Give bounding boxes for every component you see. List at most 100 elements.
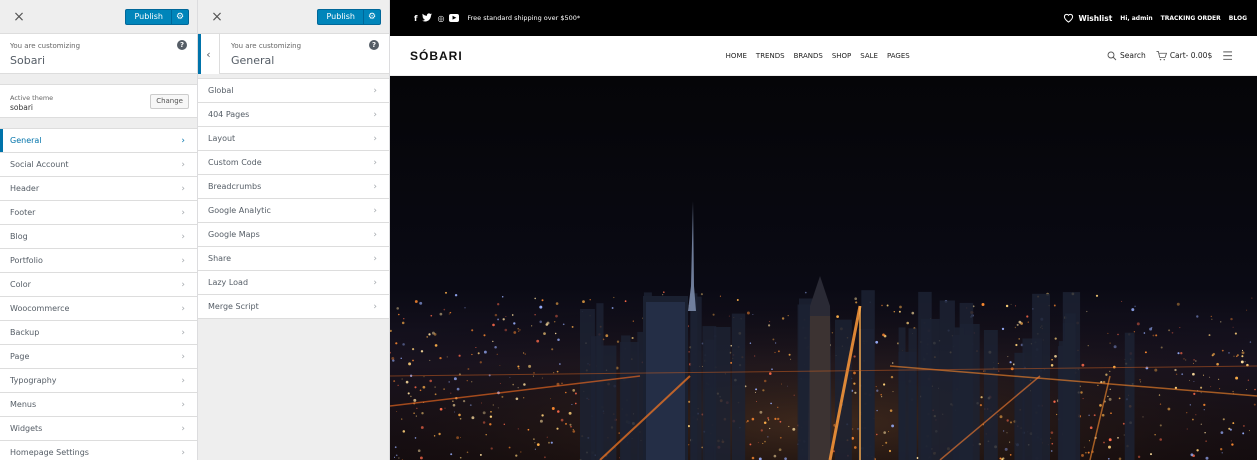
section-item-label: General: [10, 136, 42, 145]
cart-icon: [1156, 50, 1167, 60]
instagram-icon[interactable]: ◎: [437, 14, 444, 23]
section-item-widgets[interactable]: Widgets ›: [0, 417, 197, 441]
chevron-right-icon: ›: [181, 255, 185, 266]
chevron-right-icon: ›: [181, 327, 185, 338]
section-item-portfolio[interactable]: Portfolio ›: [0, 249, 197, 273]
customizer-header: × Publish ⚙: [0, 0, 197, 34]
heart-icon: [1064, 13, 1074, 23]
change-theme-button[interactable]: Change: [150, 94, 189, 109]
chevron-right-icon: ›: [373, 109, 377, 120]
section-item-label: Header: [10, 184, 40, 193]
general-item-share[interactable]: Share ›: [198, 247, 389, 271]
wishlist-link[interactable]: Wishlist: [1063, 13, 1112, 23]
site-topbar: f ◎ ▶ Free standard shipping over $500* …: [390, 0, 1257, 36]
section-item-blog[interactable]: Blog ›: [0, 225, 197, 249]
general-item-label: 404 Pages: [208, 110, 250, 119]
section-item-label: Page: [10, 352, 30, 361]
general-item-google-maps[interactable]: Google Maps ›: [198, 223, 389, 247]
general-item-404-pages[interactable]: 404 Pages ›: [198, 103, 389, 127]
chevron-right-icon: ›: [181, 279, 185, 290]
general-item-google-analytic[interactable]: Google Analytic ›: [198, 199, 389, 223]
publish-settings-gear-icon[interactable]: ⚙: [171, 8, 189, 25]
chevron-right-icon: ›: [373, 181, 377, 192]
general-item-custom-code[interactable]: Custom Code ›: [198, 151, 389, 175]
customizer-panel-general: × Publish ⚙ ‹ You are customizing Genera…: [198, 0, 390, 460]
blog-link[interactable]: BLOG: [1229, 15, 1247, 22]
customizing-info: You are customizing Sobari ?: [0, 34, 197, 74]
section-item-page[interactable]: Page ›: [0, 345, 197, 369]
chevron-right-icon: ›: [373, 133, 377, 144]
publish-button[interactable]: Publish: [125, 8, 171, 25]
chevron-right-icon: ›: [181, 135, 185, 146]
general-item-label: Google Maps: [208, 230, 260, 239]
customizing-title: Sobari: [10, 54, 46, 67]
publish-button[interactable]: Publish: [317, 8, 363, 25]
user-greeting[interactable]: Hi, admin: [1120, 15, 1152, 22]
section-item-label: Social Account: [10, 160, 69, 169]
site-preview: f ◎ ▶ Free standard shipping over $500* …: [390, 0, 1257, 460]
cart-button[interactable]: Cart- 0.00$: [1156, 50, 1212, 61]
chevron-right-icon: ›: [373, 277, 377, 288]
search-label: Search: [1120, 51, 1146, 60]
section-item-typography[interactable]: Typography ›: [0, 369, 197, 393]
chevron-right-icon: ›: [373, 205, 377, 216]
customizing-label: You are customizing: [231, 42, 302, 50]
section-item-homepage-settings[interactable]: Homepage Settings ›: [0, 441, 197, 460]
chevron-right-icon: ›: [181, 399, 185, 410]
section-item-woocommerce[interactable]: Woocommerce ›: [0, 297, 197, 321]
nav-item-trends[interactable]: TRENDS: [756, 52, 785, 60]
chevron-right-icon: ›: [181, 351, 185, 362]
promo-text: Free standard shipping over $500*: [467, 14, 581, 22]
publish-group: Publish ⚙: [317, 8, 381, 25]
section-item-label: Backup: [10, 328, 40, 337]
customizing-title: General: [231, 54, 275, 67]
general-item-label: Custom Code: [208, 158, 262, 167]
general-item-lazy-load[interactable]: Lazy Load ›: [198, 271, 389, 295]
nav-item-sale[interactable]: SALE: [860, 52, 878, 60]
facebook-icon[interactable]: f: [414, 14, 417, 23]
chevron-right-icon: ›: [181, 231, 185, 242]
general-item-breadcrumbs[interactable]: Breadcrumbs ›: [198, 175, 389, 199]
section-item-header[interactable]: Header ›: [0, 177, 197, 201]
nav-item-brands[interactable]: BRANDS: [794, 52, 823, 60]
nav-item-home[interactable]: HOME: [726, 52, 747, 60]
section-item-label: Menus: [10, 400, 37, 409]
nav-item-pages[interactable]: PAGES: [887, 52, 910, 60]
chevron-right-icon: ›: [181, 447, 185, 458]
publish-settings-gear-icon[interactable]: ⚙: [363, 8, 381, 25]
twitter-icon[interactable]: [422, 12, 433, 24]
close-customizer-button[interactable]: ×: [10, 9, 28, 25]
section-item-social-account[interactable]: Social Account ›: [0, 153, 197, 177]
search-button[interactable]: Search: [1107, 51, 1146, 61]
chevron-right-icon: ›: [181, 159, 185, 170]
site-logo[interactable]: SÓBARI: [410, 49, 463, 63]
section-item-menus[interactable]: Menus ›: [0, 393, 197, 417]
section-item-label: Footer: [10, 208, 36, 217]
back-chevron-icon[interactable]: ‹: [198, 34, 220, 74]
chevron-right-icon: ›: [181, 207, 185, 218]
chevron-right-icon: ›: [181, 183, 185, 194]
main-nav: HOME TRENDS BRANDS SHOP SALE PAGES: [726, 52, 910, 60]
help-icon[interactable]: ?: [177, 40, 187, 50]
section-item-color[interactable]: Color ›: [0, 273, 197, 297]
tracking-order-link[interactable]: TRACKING ORDER: [1161, 15, 1221, 22]
section-item-footer[interactable]: Footer ›: [0, 201, 197, 225]
general-item-label: Merge Script: [208, 302, 259, 311]
section-item-label: Widgets: [10, 424, 43, 433]
customizer-sections-list: General › Social Account › Header › Footer › Blo…: [0, 128, 197, 460]
general-item-global[interactable]: Global ›: [198, 79, 389, 103]
general-item-layout[interactable]: Layout ›: [198, 127, 389, 151]
section-item-label: Homepage Settings: [10, 448, 89, 457]
menu-hamburger-icon[interactable]: ☰: [1222, 49, 1233, 63]
section-item-general[interactable]: General ›: [0, 129, 197, 153]
active-theme-section: Active theme sobari Change: [0, 84, 197, 118]
nav-item-shop[interactable]: SHOP: [832, 52, 851, 60]
section-item-backup[interactable]: Backup ›: [0, 321, 197, 345]
youtube-icon[interactable]: ▶: [449, 14, 460, 22]
search-icon: [1107, 51, 1117, 60]
chevron-right-icon: ›: [373, 85, 377, 96]
help-icon[interactable]: ?: [369, 40, 379, 50]
general-item-merge-script[interactable]: Merge Script ›: [198, 295, 389, 319]
customizing-label: You are customizing: [10, 42, 81, 50]
close-customizer-button[interactable]: ×: [208, 9, 226, 25]
